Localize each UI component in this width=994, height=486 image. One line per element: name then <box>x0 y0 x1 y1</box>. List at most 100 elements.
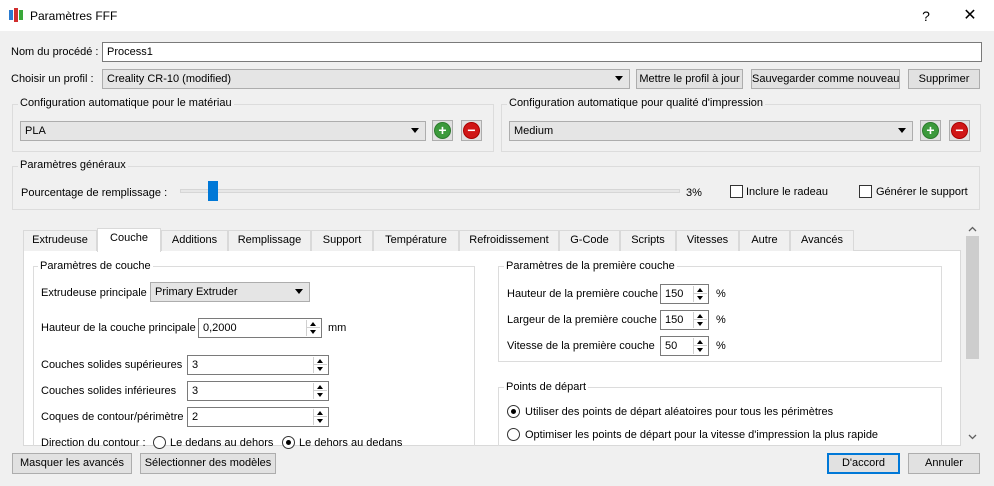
tab-layer[interactable]: Couche <box>97 228 161 252</box>
profile-selected: Creality CR-10 (modified) <box>107 73 232 85</box>
delete-profile-button[interactable]: Supprimer <box>908 69 980 89</box>
tab-other[interactable]: Autre <box>739 230 790 251</box>
scroll-down-icon[interactable] <box>968 434 977 440</box>
top-solid-spinbox[interactable]: 3 <box>187 355 329 375</box>
raft-label: Inclure le radeau <box>746 186 828 198</box>
material-selected: PLA <box>25 125 46 137</box>
first-layer-width-label: Largeur de la première couche <box>507 314 657 326</box>
direction-outside-in-radio[interactable] <box>282 436 295 449</box>
process-name-input[interactable]: Process1 <box>102 42 982 62</box>
chevron-down-icon <box>295 289 303 294</box>
main-extruder-label: Extrudeuse principale <box>41 287 147 299</box>
perimeter-value: 2 <box>192 411 199 423</box>
tab-support[interactable]: Support <box>311 230 373 251</box>
scrollbar-thumb[interactable] <box>966 236 979 359</box>
ok-button[interactable]: D'accord <box>827 453 900 474</box>
spin-down-icon[interactable] <box>307 328 320 336</box>
spin-up-icon[interactable] <box>694 286 707 294</box>
spin-up-icon[interactable] <box>314 357 327 365</box>
first-layer-width-unit: % <box>716 314 726 326</box>
support-checkbox[interactable] <box>859 185 872 198</box>
add-quality-button[interactable]: + <box>920 120 941 141</box>
direction-inside-out-radio[interactable] <box>153 436 166 449</box>
tab-extruder[interactable]: Extrudeuse <box>23 230 97 251</box>
perimeter-label: Coques de contour/périmètre <box>41 411 184 423</box>
bottom-solid-value: 3 <box>192 385 199 397</box>
app-logo-icon <box>9 8 23 22</box>
perimeter-spinbox[interactable]: 2 <box>187 407 329 427</box>
top-solid-label: Couches solides supérieures <box>41 359 183 371</box>
first-layer-height-unit: % <box>716 288 726 300</box>
remove-material-button[interactable]: − <box>461 120 482 141</box>
bottom-solid-spinbox[interactable]: 3 <box>187 381 329 401</box>
tab-cooling[interactable]: Refroidissement <box>459 230 559 251</box>
layer-settings-title: Paramètres de couche <box>38 260 153 272</box>
infill-label: Pourcentage de remplissage : <box>21 187 168 199</box>
layer-height-spinbox[interactable]: 0,2000 <box>198 318 322 338</box>
title-bar: Paramètres FFF ? ✕ <box>0 0 994 31</box>
first-layer-speed-label: Vitesse de la première couche <box>507 340 655 352</box>
first-layer-height-spinbox[interactable]: 150 <box>660 284 709 304</box>
hide-advanced-button[interactable]: Masquer les avancés <box>12 453 132 474</box>
process-name-label: Nom du procédé : <box>11 46 99 58</box>
direction-label: Direction du contour : <box>41 437 146 449</box>
spin-up-icon[interactable] <box>314 383 327 391</box>
tab-advanced[interactable]: Avancés <box>790 230 854 251</box>
quality-selected: Medium <box>514 125 554 137</box>
first-layer-speed-unit: % <box>716 340 726 352</box>
save-as-new-button[interactable]: Sauvegarder comme nouveau <box>751 69 900 89</box>
help-button[interactable]: ? <box>916 6 936 26</box>
layer-height-label: Hauteur de la couche principale <box>41 322 196 334</box>
first-layer-width-spinbox[interactable]: 150 <box>660 310 709 330</box>
tab-additions[interactable]: Additions <box>161 230 228 251</box>
tab-temperature[interactable]: Température <box>373 230 459 251</box>
scroll-up-icon[interactable] <box>968 226 977 232</box>
tab-infill[interactable]: Remplissage <box>228 230 311 251</box>
select-models-button[interactable]: Sélectionner des modèles <box>140 453 276 474</box>
raft-checkbox[interactable] <box>730 185 743 198</box>
first-layer-speed-spinbox[interactable]: 50 <box>660 336 709 356</box>
cancel-button[interactable]: Annuler <box>908 453 980 474</box>
first-layer-title: Paramètres de la première couche <box>504 260 677 272</box>
first-layer-height-value: 150 <box>665 288 684 300</box>
chevron-down-icon <box>898 128 906 133</box>
add-material-button[interactable]: + <box>432 120 453 141</box>
spin-down-icon[interactable] <box>694 294 707 302</box>
layer-height-unit: mm <box>328 322 347 334</box>
material-dropdown[interactable]: PLA <box>20 121 426 141</box>
close-button[interactable]: ✕ <box>958 5 982 27</box>
support-label: Générer le support <box>876 186 968 198</box>
bottom-solid-label: Couches solides inférieures <box>41 385 177 397</box>
infill-slider-handle[interactable] <box>208 181 219 201</box>
spin-up-icon[interactable] <box>694 312 707 320</box>
spin-down-icon[interactable] <box>314 417 327 425</box>
infill-slider-track[interactable] <box>180 189 680 193</box>
spin-down-icon[interactable] <box>694 320 707 328</box>
optimize-start-label: Optimiser les points de départ pour la v… <box>525 429 879 441</box>
random-start-radio[interactable] <box>507 405 520 418</box>
quality-auto-title: Configuration automatique pour qualité d… <box>507 97 766 109</box>
material-auto-title: Configuration automatique pour le matéri… <box>18 97 234 109</box>
tab-scripts[interactable]: Scripts <box>620 230 676 251</box>
direction-inside-out-label: Le dedans au dehors <box>170 437 274 449</box>
spin-down-icon[interactable] <box>314 365 327 373</box>
tab-speeds[interactable]: Vitesses <box>676 230 739 251</box>
spin-down-icon[interactable] <box>694 346 707 354</box>
profile-dropdown[interactable]: Creality CR-10 (modified) <box>102 69 630 89</box>
chevron-down-icon <box>615 76 623 81</box>
main-extruder-dropdown[interactable]: Primary Extruder <box>150 282 310 302</box>
optimize-start-radio[interactable] <box>507 428 520 441</box>
update-profile-button[interactable]: Mettre le profil à jour <box>636 69 743 89</box>
vertical-scrollbar[interactable] <box>964 222 981 446</box>
spin-up-icon[interactable] <box>307 320 320 328</box>
remove-quality-button[interactable]: − <box>949 120 970 141</box>
tab-gcode[interactable]: G-Code <box>559 230 620 251</box>
minus-icon: − <box>463 122 480 139</box>
spin-up-icon[interactable] <box>314 409 327 417</box>
random-start-label: Utiliser des points de départ aléatoires… <box>525 406 834 418</box>
quality-dropdown[interactable]: Medium <box>509 121 913 141</box>
chevron-down-icon <box>411 128 419 133</box>
spin-up-icon[interactable] <box>694 338 707 346</box>
spin-down-icon[interactable] <box>314 391 327 399</box>
first-layer-width-value: 150 <box>665 314 684 326</box>
